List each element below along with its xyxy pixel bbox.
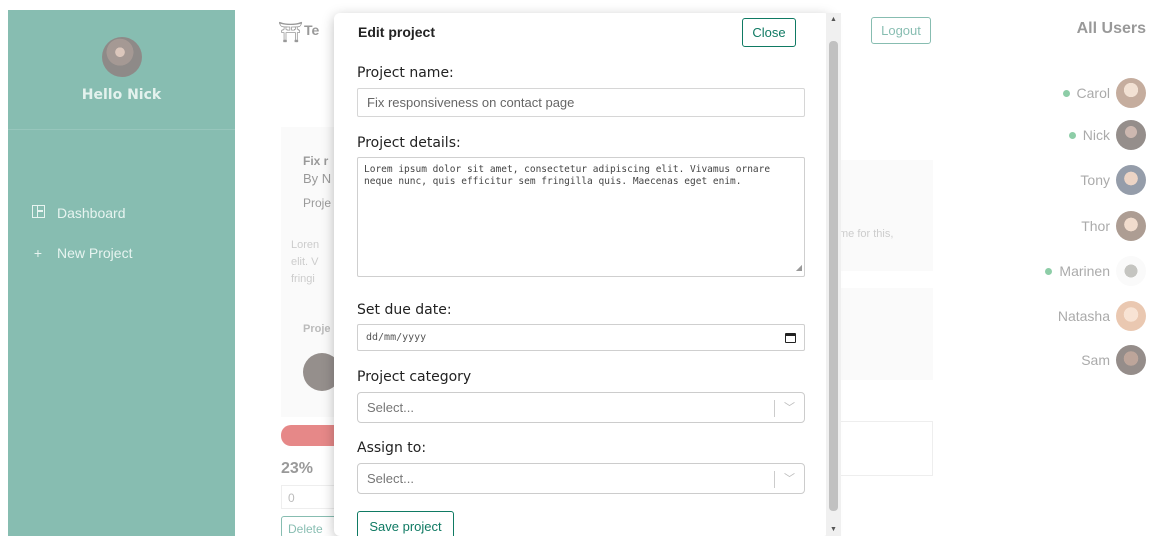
select-placeholder: Select... [367,400,414,415]
scroll-thumb[interactable] [829,41,838,511]
select-separator [774,471,775,488]
edit-project-modal: Edit project Close Project name: Fix res… [334,13,830,536]
modal-scrollbar[interactable]: ▲ ▼ [826,13,841,536]
calendar-icon[interactable] [785,332,796,343]
due-date-placeholder: dd/mm/yyyy [366,332,427,343]
modal-title: Edit project [358,24,436,40]
project-name-input[interactable]: Fix responsiveness on contact page [357,88,805,117]
scroll-up-icon[interactable]: ▲ [826,16,841,23]
close-button[interactable]: Close [742,18,796,47]
assign-to-select[interactable]: Select... ﹀ [357,463,805,494]
chevron-down-icon[interactable]: ﹀ [784,470,795,486]
app-window: Hello Nick Dashboard + New Project ⛩ Te … [0,0,1162,536]
project-category-label: Project category [357,369,472,385]
project-details-label: Project details: [357,135,461,151]
due-date-input[interactable]: dd/mm/yyyy [357,324,805,351]
project-name-label: Project name: [357,65,454,81]
save-project-button[interactable]: Save project [357,511,454,536]
project-category-select[interactable]: Select... ﹀ [357,392,805,423]
resize-handle-icon[interactable]: ◢ [796,262,802,274]
select-placeholder: Select... [367,471,414,486]
select-separator [774,400,775,417]
scroll-down-icon[interactable]: ▼ [826,526,841,533]
chevron-down-icon[interactable]: ﹀ [784,399,795,415]
due-date-label: Set due date: [357,302,452,318]
assign-to-label: Assign to: [357,440,427,456]
project-details-text: Lorem ipsum dolor sit amet, consectetur … [364,164,771,187]
project-details-textarea[interactable]: Lorem ipsum dolor sit amet, consectetur … [357,157,805,277]
